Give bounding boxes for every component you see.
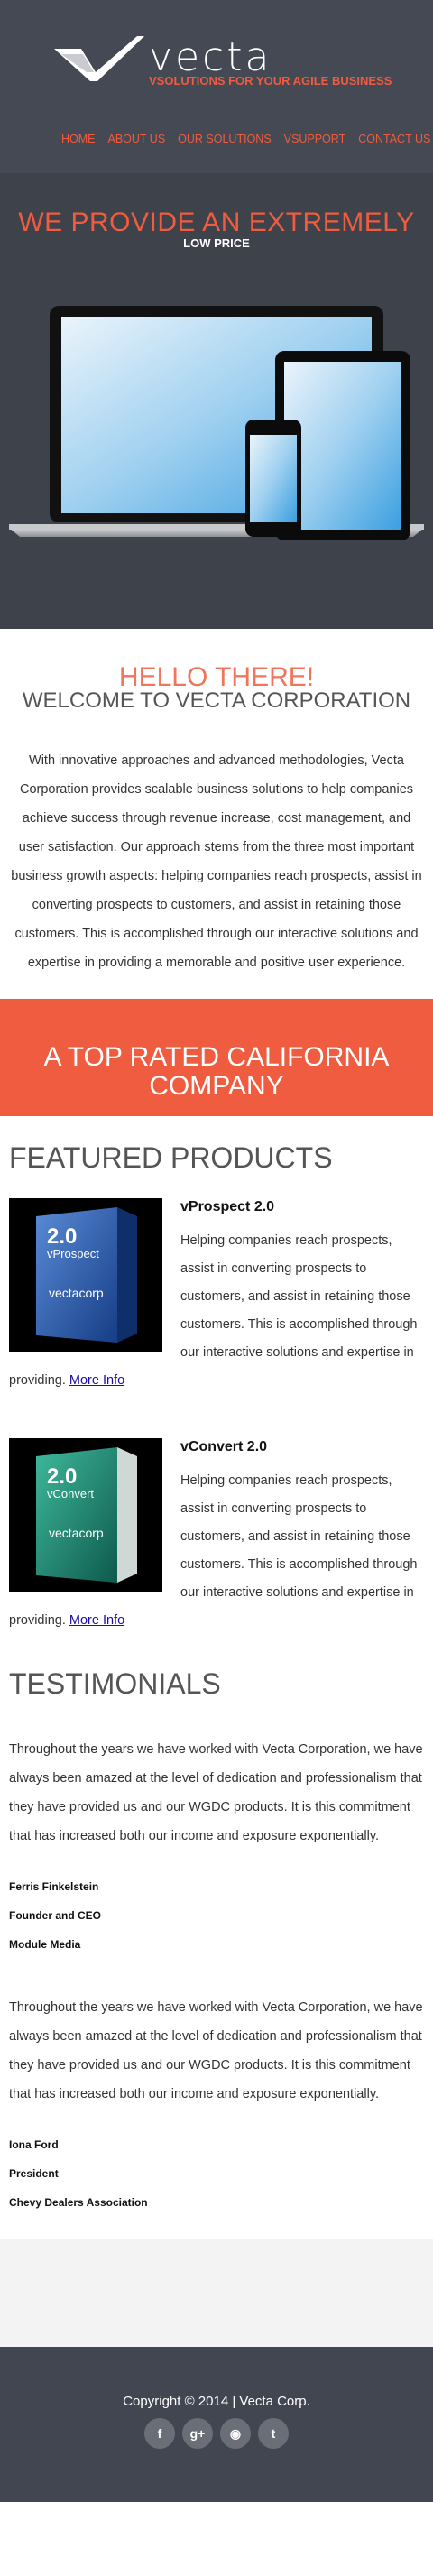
author-company: Module Media (9, 1938, 81, 1951)
hero-subtitle: LOW PRICE (183, 236, 250, 250)
testimonials-section: TESTIMONIALS Throughout the years we hav… (0, 1635, 433, 2239)
nav-about-us[interactable]: ABOUT US (108, 133, 166, 145)
rating-banner: A TOP RATED CALIFORNIA COMPANY (0, 999, 433, 1116)
featured-title: FEATURED PRODUCTS (9, 1141, 333, 1174)
devices-image (9, 306, 424, 540)
testimonials-title: TESTIMONIALS (9, 1667, 221, 1700)
hero-title: WE PROVIDE AN EXTREMELY (18, 208, 415, 237)
nav-our-solutions[interactable]: OUR SOLUTIONS (178, 133, 272, 145)
testimonial-text: Throughout the years we have worked with… (9, 1742, 423, 1843)
site-header: vecta VSOLUTIONS FOR YOUR AGILE BUSINESS… (0, 0, 433, 173)
testimonial-text: Throughout the years we have worked with… (9, 2000, 423, 2101)
rss-icon[interactable]: ◉ (220, 2418, 251, 2449)
more-info-link[interactable]: More Info (69, 1373, 124, 1388)
spacer-band (0, 2239, 433, 2347)
welcome-title: WELCOME TO VECTA CORPORATION (22, 688, 411, 713)
nav-vsupport[interactable]: VSUPPORT (284, 133, 346, 145)
product-box-image: 2.0 vConvert vectacorp (9, 1438, 162, 1592)
more-info-link[interactable]: More Info (69, 1613, 124, 1628)
twitter-icon[interactable]: t (258, 2418, 289, 2449)
nav-home[interactable]: HOME (61, 133, 96, 145)
box-version: 2.0 (47, 1464, 77, 1489)
vecta-logo-icon (54, 36, 144, 81)
copyright-text: Copyright © 2014 | Vecta Corp. (123, 2394, 310, 2409)
box-version: 2.0 (47, 1224, 77, 1249)
brand-name: vecta (149, 34, 272, 80)
box-product-name: vConvert (47, 1487, 94, 1500)
author-company: Chevy Dealers Association (9, 2196, 148, 2209)
tagline: VSOLUTIONS FOR YOUR AGILE BUSINESS (149, 74, 392, 88)
author-name: Ferris Finkelstein (9, 1880, 99, 1893)
social-links: f g+ ◉ t (0, 2418, 433, 2449)
google-plus-icon[interactable]: g+ (182, 2418, 213, 2449)
box-brand: vectacorp (49, 1526, 104, 1540)
author-role: President (9, 2167, 59, 2180)
featured-products-section: FEATURED PRODUCTS 2.0 vProspect vectacor… (0, 1116, 433, 1635)
welcome-section: HELLO THERE! WELCOME TO VECTA CORPORATIO… (0, 629, 433, 999)
testimonial-author: Ferris Finkelstein Founder and CEO Modul… (9, 1872, 424, 1959)
hello-heading: HELLO THERE! (118, 662, 315, 692)
site-footer: Copyright © 2014 | Vecta Corp. f g+ ◉ t (0, 2347, 433, 2502)
box-brand: vectacorp (49, 1286, 104, 1300)
product-item: 2.0 vProspect vectacorp vProspect 2.0 He… (9, 1198, 424, 1395)
testimonial-author: Iona Ford President Chevy Dealers Associ… (9, 2130, 424, 2217)
product-item: 2.0 vConvert vectacorp vConvert 2.0 Help… (9, 1438, 424, 1635)
welcome-text: With innovative approaches and advanced … (11, 753, 422, 970)
hero-section: WE PROVIDE AN EXTREMELY LOW PRICE (0, 173, 433, 629)
main-nav: HOME ABOUT US OUR SOLUTIONS VSUPPORT CON… (61, 133, 430, 145)
logo[interactable]: vecta VSOLUTIONS FOR YOUR AGILE BUSINESS (54, 34, 392, 90)
nav-contact-us[interactable]: CONTACT US (358, 133, 430, 145)
author-name: Iona Ford (9, 2138, 59, 2151)
facebook-icon[interactable]: f (144, 2418, 175, 2449)
product-box-image: 2.0 vProspect vectacorp (9, 1198, 162, 1352)
box-product-name: vProspect (47, 1247, 99, 1260)
author-role: Founder and CEO (9, 1909, 101, 1922)
